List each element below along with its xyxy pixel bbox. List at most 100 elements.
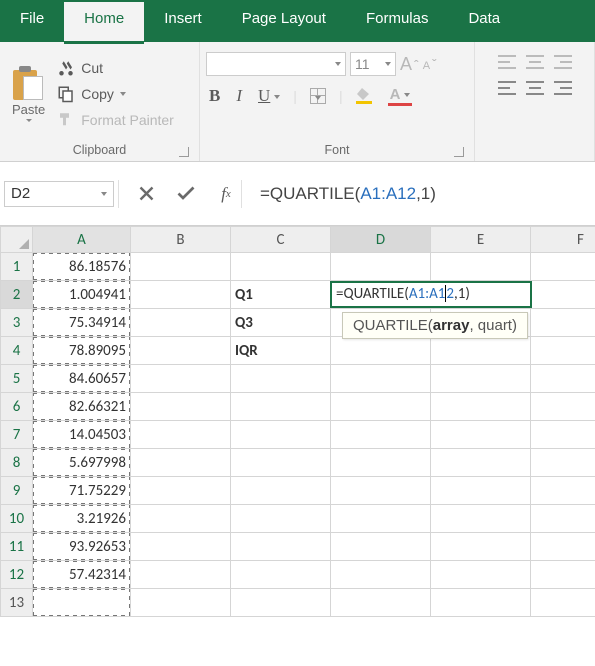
row-header[interactable]: 2 [1, 281, 33, 309]
cell[interactable] [331, 589, 431, 617]
row-header[interactable]: 6 [1, 393, 33, 421]
cell[interactable] [231, 393, 331, 421]
fill-color-button[interactable] [353, 86, 375, 106]
cell[interactable] [531, 589, 595, 617]
cell[interactable] [331, 365, 431, 393]
cell[interactable] [431, 561, 531, 589]
spreadsheet-grid[interactable]: A B C D E F 186.1857621.004941Q1375.3491… [0, 226, 595, 617]
row-header[interactable]: 7 [1, 421, 33, 449]
cell[interactable] [331, 561, 431, 589]
cell[interactable] [531, 477, 595, 505]
borders-button[interactable] [307, 86, 329, 107]
cell[interactable] [131, 421, 231, 449]
cell[interactable] [331, 337, 431, 365]
col-header-D[interactable]: D [331, 227, 431, 253]
cell[interactable] [131, 393, 231, 421]
function-tooltip[interactable]: QUARTILE(array, quart) [342, 312, 528, 339]
cell[interactable] [431, 533, 531, 561]
cell[interactable] [231, 505, 331, 533]
col-header-F[interactable]: F [531, 227, 595, 253]
cell[interactable] [331, 421, 431, 449]
cell[interactable] [531, 533, 595, 561]
font-color-button[interactable]: A [385, 84, 416, 108]
dialog-launcher-icon[interactable] [454, 147, 464, 157]
cell[interactable]: 78.89095 [33, 337, 131, 365]
cell[interactable]: Q1 [231, 281, 331, 309]
paste-button[interactable]: Paste [6, 62, 51, 126]
cell[interactable] [531, 449, 595, 477]
cell[interactable] [131, 505, 231, 533]
row-header[interactable]: 4 [1, 337, 33, 365]
row-header[interactable]: 11 [1, 533, 33, 561]
cell[interactable] [231, 421, 331, 449]
cell[interactable] [431, 477, 531, 505]
increase-font-button[interactable]: Aˆ [400, 54, 419, 75]
cell[interactable]: 71.75229 [33, 477, 131, 505]
cell[interactable]: 57.42314 [33, 561, 131, 589]
italic-button[interactable]: I [233, 84, 245, 108]
cell[interactable]: 82.66321 [33, 393, 131, 421]
cell[interactable] [231, 449, 331, 477]
align-middle-button[interactable] [524, 54, 546, 70]
cell[interactable] [131, 449, 231, 477]
row-header[interactable]: 3 [1, 309, 33, 337]
cell[interactable]: 3.21926 [33, 505, 131, 533]
decrease-font-button[interactable]: Aˇ [423, 56, 437, 72]
cell[interactable]: IQR [231, 337, 331, 365]
cell[interactable] [531, 421, 595, 449]
cell[interactable] [431, 253, 531, 281]
cell[interactable]: 5.697998 [33, 449, 131, 477]
cell[interactable]: 86.18576 [33, 253, 131, 281]
cell[interactable] [431, 365, 531, 393]
col-header-B[interactable]: B [131, 227, 231, 253]
cell[interactable] [331, 449, 431, 477]
accept-formula-button[interactable] [175, 183, 197, 205]
cell[interactable]: 1.004941 [33, 281, 131, 309]
cancel-formula-button[interactable] [135, 183, 157, 205]
cell[interactable] [131, 589, 231, 617]
cell[interactable]: 93.92653 [33, 533, 131, 561]
font-size-select[interactable]: 11 [350, 52, 396, 76]
col-header-C[interactable]: C [231, 227, 331, 253]
insert-function-button[interactable]: fx [215, 183, 237, 205]
tab-formulas[interactable]: Formulas [346, 0, 449, 42]
font-name-select[interactable] [206, 52, 346, 76]
cell[interactable] [33, 589, 131, 617]
tab-home[interactable]: Home [64, 2, 144, 44]
align-center-button[interactable] [524, 80, 546, 96]
cell[interactable] [431, 421, 531, 449]
cell[interactable] [331, 477, 431, 505]
col-header-E[interactable]: E [431, 227, 531, 253]
cell[interactable] [131, 337, 231, 365]
cell[interactable] [431, 589, 531, 617]
cell[interactable]: Q3 [231, 309, 331, 337]
row-header[interactable]: 10 [1, 505, 33, 533]
cell[interactable] [431, 449, 531, 477]
cell[interactable] [531, 561, 595, 589]
tab-file[interactable]: File [0, 0, 64, 42]
underline-button[interactable]: U [255, 84, 283, 108]
cell[interactable] [231, 533, 331, 561]
cell[interactable]: 14.04503 [33, 421, 131, 449]
cell-editor[interactable]: =QUARTILE(A1:A12,1) [330, 281, 532, 308]
cell[interactable] [131, 477, 231, 505]
cell[interactable] [431, 505, 531, 533]
cell[interactable] [531, 253, 595, 281]
cell[interactable] [231, 589, 331, 617]
select-all-corner[interactable] [1, 227, 33, 253]
align-bottom-button[interactable] [552, 54, 574, 70]
cell[interactable] [531, 337, 595, 365]
align-left-button[interactable] [496, 80, 518, 96]
cell[interactable] [531, 309, 595, 337]
tab-page-layout[interactable]: Page Layout [222, 0, 346, 42]
col-header-A[interactable]: A [33, 227, 131, 253]
cell[interactable] [531, 393, 595, 421]
align-right-button[interactable] [552, 80, 574, 96]
cell[interactable] [131, 561, 231, 589]
cell[interactable] [231, 253, 331, 281]
row-header[interactable]: 9 [1, 477, 33, 505]
row-header[interactable]: 5 [1, 365, 33, 393]
cell[interactable] [231, 477, 331, 505]
cell[interactable] [231, 365, 331, 393]
cell[interactable] [231, 561, 331, 589]
